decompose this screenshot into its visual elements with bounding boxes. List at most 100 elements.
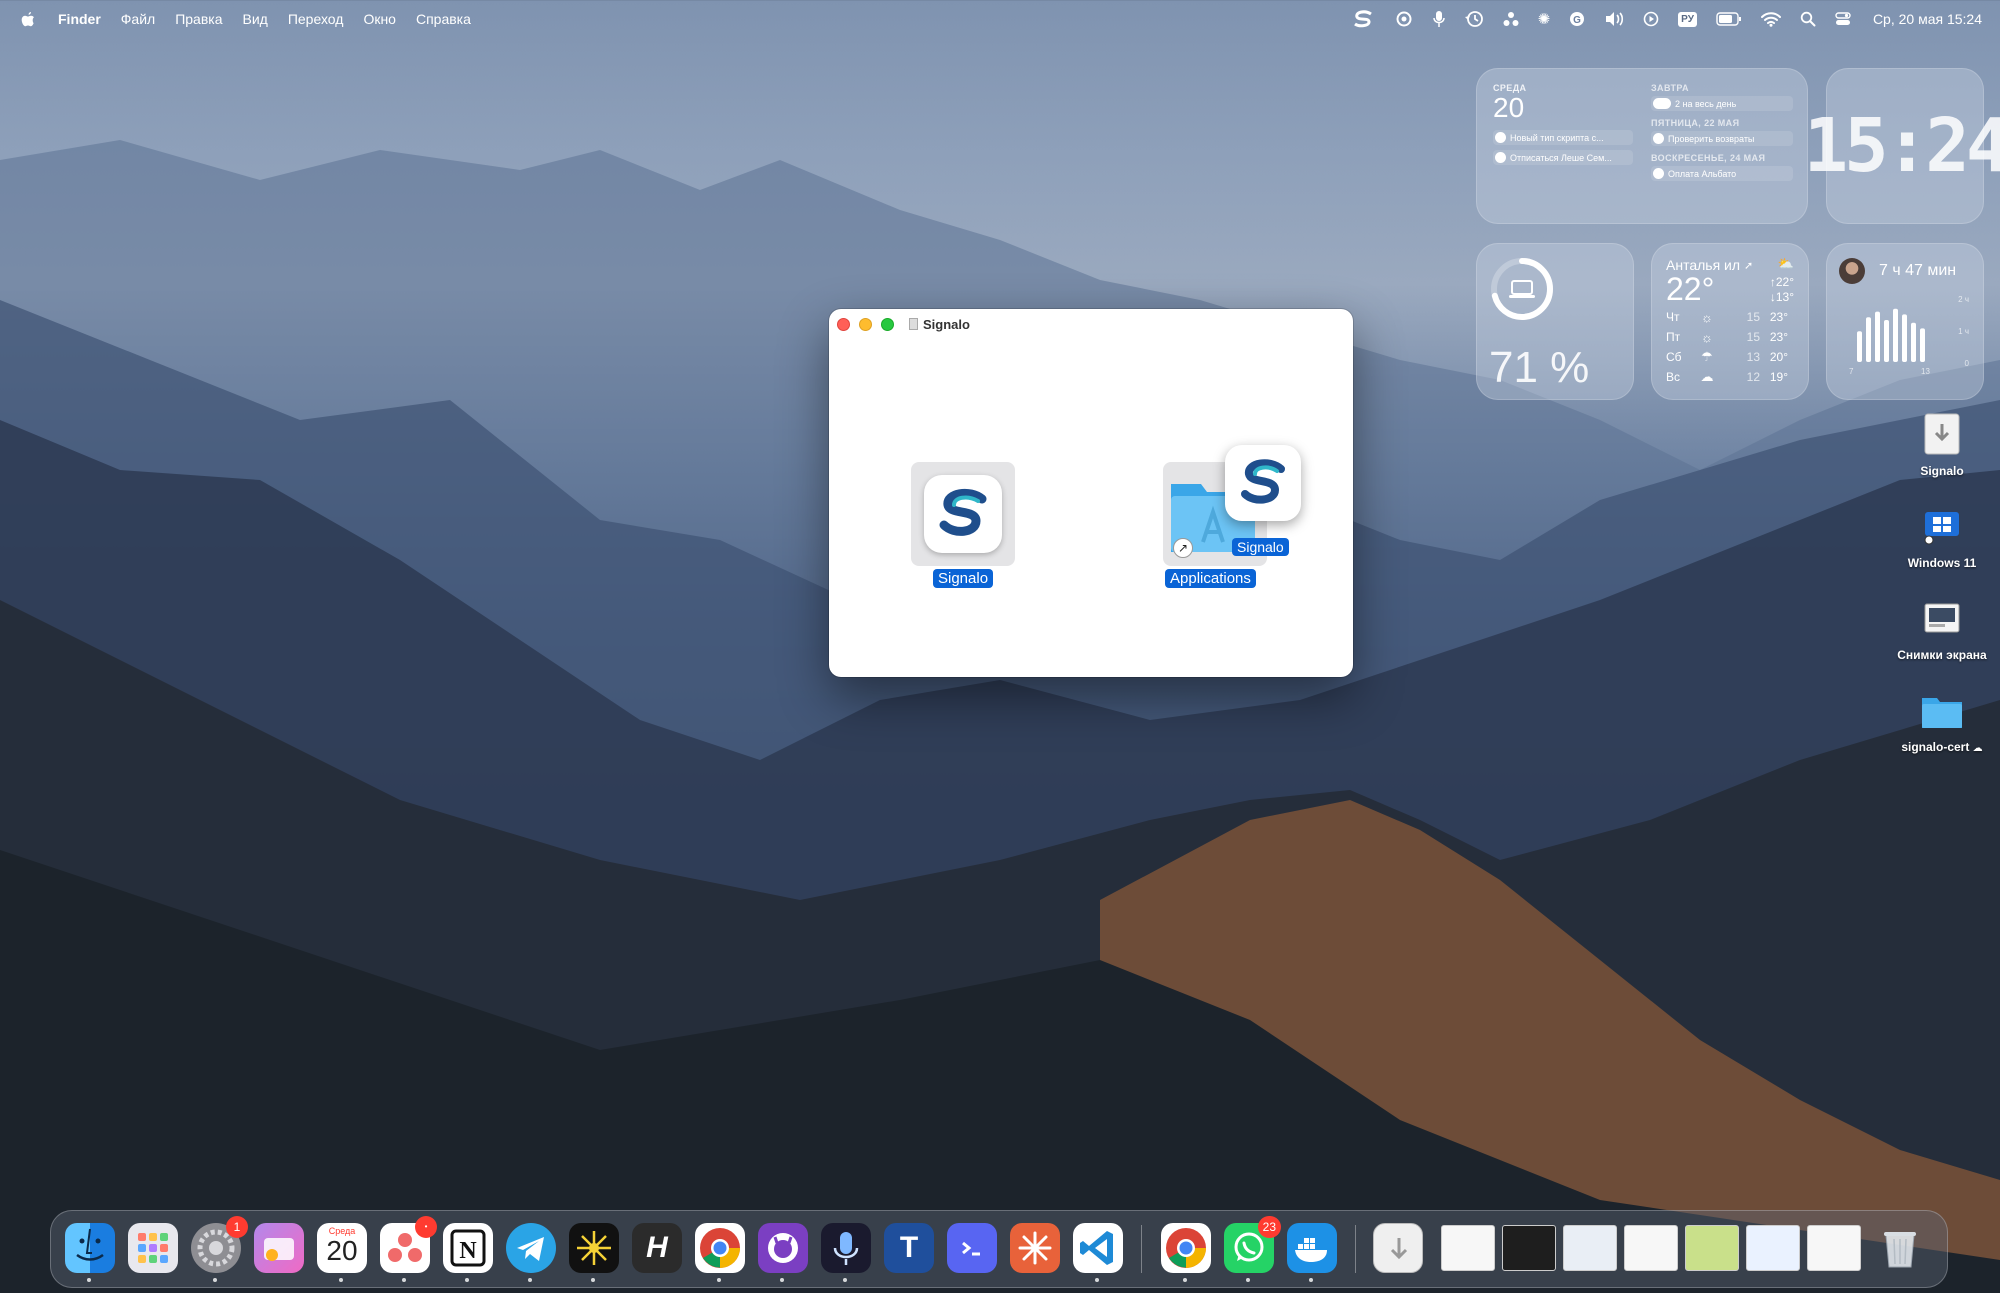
- battery-ring: [1491, 258, 1553, 320]
- event-status-icon: [1653, 133, 1664, 144]
- dock-asana[interactable]: •: [380, 1216, 437, 1282]
- minimized-window-thumbnail[interactable]: [1746, 1225, 1800, 1271]
- running-indicator: [1095, 1278, 1099, 1282]
- dock-calendar[interactable]: Среда 20: [317, 1223, 367, 1282]
- brightness-icon[interactable]: ✺: [1538, 8, 1551, 30]
- control-center-icon[interactable]: [1835, 8, 1851, 30]
- wifi-icon[interactable]: [1760, 8, 1781, 30]
- grammarly-icon[interactable]: G: [1569, 8, 1585, 30]
- running-indicator: [1183, 1278, 1187, 1282]
- window-title-text: Signalo: [923, 316, 970, 332]
- notion-icon: N: [450, 1229, 486, 1267]
- dock-downloads-stack[interactable]: [1373, 1223, 1423, 1273]
- finder-window[interactable]: Signalo Signalo ↗ Applications Signalo: [829, 309, 1353, 677]
- forecast-high: 23°: [1769, 330, 1788, 344]
- running-indicator: [339, 1278, 343, 1282]
- dock-whatsapp[interactable]: 23: [1224, 1216, 1281, 1282]
- desktop-icon-signalo-cert[interactable]: signalo-cert ☁: [1882, 688, 2000, 754]
- minimized-window-thumbnail[interactable]: [1685, 1225, 1739, 1271]
- forecast-high: 19°: [1769, 370, 1788, 384]
- dock-finder[interactable]: [65, 1223, 115, 1282]
- creative-cloud-icon[interactable]: [1394, 8, 1414, 30]
- calendar-event[interactable]: Отписаться Леше Сем...: [1493, 150, 1633, 165]
- dragged-signalo-icon[interactable]: [1225, 445, 1301, 521]
- minimized-window-thumbnail[interactable]: [1441, 1225, 1495, 1271]
- dock-spark[interactable]: [569, 1223, 619, 1282]
- terminal-icon: [962, 1241, 980, 1256]
- dock-t-app[interactable]: T: [884, 1223, 934, 1273]
- time-machine-icon[interactable]: [1464, 8, 1484, 30]
- dock-trash[interactable]: [1875, 1223, 1925, 1273]
- window-titlebar[interactable]: Signalo: [829, 309, 1353, 339]
- battery-widget[interactable]: 71 %: [1476, 243, 1634, 400]
- desktop-icon-signalo[interactable]: Signalo: [1882, 412, 2000, 478]
- menu-app-name[interactable]: Finder: [58, 11, 101, 27]
- calendar-widget[interactable]: СРЕДА 20 Новый тип скрипта с... Отписать…: [1476, 68, 1808, 224]
- forecast-high: 23°: [1769, 310, 1788, 324]
- menu-file[interactable]: Файл: [121, 11, 155, 27]
- dock-chrome[interactable]: [695, 1223, 745, 1282]
- menu-go[interactable]: Переход: [288, 11, 344, 27]
- search-icon[interactable]: [1800, 8, 1816, 30]
- signalo-app-label[interactable]: Signalo: [933, 569, 994, 588]
- calendar-tomorrow-label: ЗАВТРА: [1651, 83, 1689, 93]
- calendar-event[interactable]: Проверить возвраты: [1651, 131, 1793, 146]
- close-button[interactable]: [837, 317, 850, 331]
- dock-h-app[interactable]: H: [632, 1223, 682, 1273]
- screen-time-bar: [1884, 320, 1889, 362]
- dock-chrome-2[interactable]: [1161, 1223, 1211, 1282]
- applications-folder-label[interactable]: Applications: [1165, 569, 1256, 588]
- clock-widget[interactable]: 15:24: [1804, 68, 2000, 224]
- dock-vscode[interactable]: [1073, 1223, 1123, 1282]
- calendar-event[interactable]: Новый тип скрипта с...: [1493, 130, 1633, 145]
- calendar-event[interactable]: Оплата Альбато: [1651, 166, 1793, 181]
- sun-icon: ☼: [1701, 309, 1713, 325]
- minimized-window-thumbnail[interactable]: [1624, 1225, 1678, 1271]
- dock-terminal-app[interactable]: [947, 1223, 997, 1273]
- menu-view[interactable]: Вид: [243, 11, 268, 27]
- dock-docker[interactable]: [1287, 1223, 1337, 1282]
- signalo-app-item[interactable]: [911, 462, 1015, 566]
- signalo-icon[interactable]: [1351, 8, 1375, 30]
- dock-telegram[interactable]: [506, 1223, 556, 1282]
- download-icon: [1390, 1238, 1408, 1260]
- screen-time-widget[interactable]: 7 ч 47 мин 2 ч 1 ч 0 7 13: [1826, 243, 1984, 400]
- desktop-icon-label: Signalo: [1920, 464, 1964, 478]
- battery-icon[interactable]: [1716, 8, 1742, 30]
- calendar-event[interactable]: 2 на весь день: [1651, 96, 1793, 111]
- x-label: 13: [1921, 367, 1930, 376]
- minimized-window-thumbnail[interactable]: [1807, 1225, 1861, 1271]
- microphone-icon[interactable]: [1432, 8, 1445, 30]
- volume-icon[interactable]: [1604, 8, 1624, 30]
- dock-github-desktop[interactable]: [758, 1223, 808, 1282]
- dock-launchpad[interactable]: [128, 1223, 178, 1273]
- chrome-icon: [700, 1228, 740, 1268]
- minimize-button[interactable]: [859, 317, 872, 331]
- event-title: Новый тип скрипта с...: [1510, 132, 1604, 143]
- keyboard-layout-indicator[interactable]: РУ: [1678, 8, 1697, 30]
- svg-text:G: G: [1573, 15, 1581, 26]
- connections-icon[interactable]: [1503, 8, 1519, 30]
- t-icon: T: [899, 1231, 919, 1264]
- parallels-vm-icon: [1919, 504, 1965, 550]
- menu-bar-clock[interactable]: Ср, 20 мая 15:24: [1873, 11, 1982, 27]
- dock-claude[interactable]: [1010, 1223, 1060, 1273]
- zoom-button[interactable]: [881, 317, 894, 331]
- finder-icon: [76, 1228, 104, 1261]
- menu-help[interactable]: Справка: [416, 11, 471, 27]
- location-arrow-icon: ➚: [1744, 259, 1754, 272]
- dock-wallet[interactable]: [254, 1223, 304, 1273]
- weather-widget[interactable]: Анталья ил ➚ 22° ⛅ ↑22° ↓13° Чт ☼ 15 23° Пт ☼…: [1651, 243, 1809, 400]
- desktop-icon-screenshots[interactable]: Снимки экрана: [1882, 596, 2000, 662]
- dock-system-settings[interactable]: 1: [191, 1216, 248, 1282]
- menu-window[interactable]: Окно: [363, 11, 396, 27]
- minimized-window-thumbnail[interactable]: [1502, 1225, 1556, 1271]
- dock-notion[interactable]: N: [443, 1223, 493, 1282]
- minimized-window-thumbnail[interactable]: [1563, 1225, 1617, 1271]
- desktop-icon-windows11[interactable]: Windows 11: [1882, 504, 2000, 570]
- apple-icon[interactable]: [20, 10, 36, 28]
- dock-voice-app[interactable]: [821, 1223, 871, 1282]
- calendar-dock-day: 20: [326, 1235, 358, 1266]
- menu-edit[interactable]: Правка: [175, 11, 222, 27]
- play-icon[interactable]: [1643, 8, 1659, 30]
